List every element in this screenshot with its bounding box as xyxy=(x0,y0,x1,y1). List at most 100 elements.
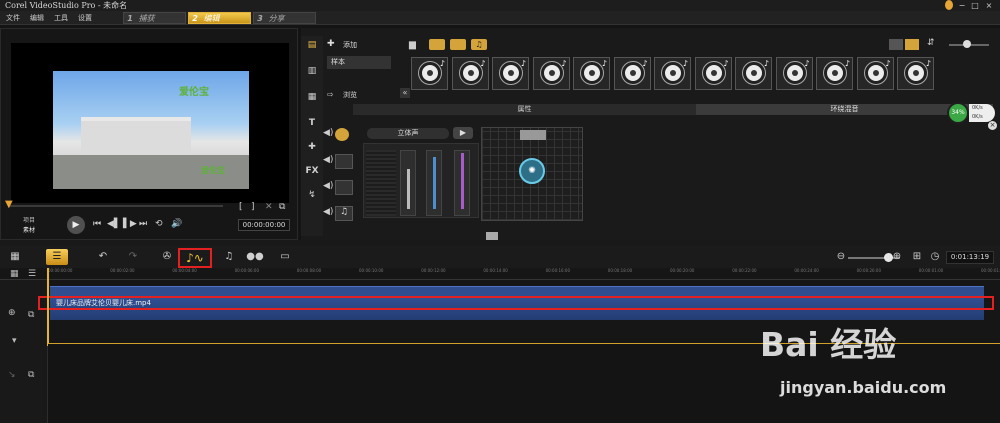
storyboard-view-icon[interactable]: ▦ xyxy=(4,249,26,265)
overlay-track-mixer-icon[interactable] xyxy=(335,154,353,169)
timeline-view-icon[interactable]: ☰ xyxy=(46,249,68,265)
play-button[interactable]: ▶ xyxy=(67,216,85,234)
thumb-view-icon[interactable] xyxy=(905,39,919,50)
split-icon[interactable]: ✕ xyxy=(265,202,273,212)
audio-thumbnail[interactable]: ♪ xyxy=(735,57,772,90)
ruler-tick-label: 00:00:22:00 xyxy=(732,268,757,273)
speaker-icon[interactable]: ◀) xyxy=(323,181,333,191)
audio-thumbnail[interactable]: ♪ xyxy=(613,57,651,90)
tab-mixer-properties[interactable]: 属性 xyxy=(353,104,696,115)
transition-icon[interactable]: ▥ xyxy=(305,66,319,78)
audio-thumbnail[interactable]: ♪ xyxy=(654,57,691,90)
zoom-in-icon[interactable]: ⊕ xyxy=(886,249,908,265)
music-note-icon: ♪ xyxy=(844,59,850,68)
record-capture-icon[interactable]: ✇ xyxy=(156,249,178,265)
music-note-icon: ♪ xyxy=(885,59,891,68)
audio-thumbnail[interactable]: ♪ xyxy=(897,57,934,90)
mark-in-button[interactable]: [ xyxy=(239,202,243,212)
graphics-icon[interactable]: ✚ xyxy=(305,142,319,154)
track-visibility-icon[interactable]: ⧉ xyxy=(28,310,34,320)
video-track-mixer-icon[interactable] xyxy=(335,128,349,141)
mode-clip[interactable]: 素材 xyxy=(23,225,35,234)
browse-icon[interactable]: ⇨ xyxy=(327,90,334,99)
scrub-marker-icon[interactable]: ▼ xyxy=(5,199,13,211)
audio-thumbnail[interactable]: ♪ xyxy=(775,57,813,90)
sort-icon[interactable]: ⇵ xyxy=(927,38,935,48)
menu-file[interactable]: 文件 xyxy=(6,13,20,23)
collapse-icon[interactable]: « xyxy=(400,88,410,98)
tab-capture[interactable]: 1 捕获 xyxy=(123,12,186,24)
stereo-mode-button[interactable]: 立体声 xyxy=(367,128,449,139)
auto-music-icon[interactable]: ♫ xyxy=(218,249,240,265)
audio-thumbnail[interactable]: ♪ xyxy=(856,57,894,90)
add-button[interactable]: 添加 xyxy=(343,40,357,50)
sample-folder[interactable]: 样本 xyxy=(327,56,391,69)
prev-frame-icon[interactable]: ◀▌ xyxy=(107,219,121,229)
channel-fader[interactable] xyxy=(454,150,470,216)
audio-thumbnail[interactable]: ♪ xyxy=(411,57,448,90)
add-icon[interactable]: ✚ xyxy=(327,39,335,49)
expand-track-icon[interactable]: ▾ xyxy=(12,336,17,346)
repeat-icon[interactable]: ⟲ xyxy=(155,219,163,229)
overlay-visibility-icon[interactable]: ⧉ xyxy=(28,370,34,380)
mixer-play-button[interactable]: ▶ xyxy=(453,127,473,139)
motion-track-icon[interactable]: ●● xyxy=(244,249,266,265)
instant-project-icon[interactable]: ▦ xyxy=(305,92,319,104)
audio-thumbnail[interactable]: ♪ xyxy=(532,57,570,90)
next-frame-icon[interactable]: ▌▶ xyxy=(123,219,137,229)
audio-thumbnail[interactable]: ♪ xyxy=(492,57,529,90)
mode-project[interactable]: 项目 xyxy=(23,215,35,224)
close-button[interactable]: × xyxy=(984,1,994,10)
thumb-size-knob[interactable] xyxy=(963,40,971,48)
list-view-icon[interactable] xyxy=(889,39,903,50)
speaker-icon[interactable]: ◀) xyxy=(323,207,333,217)
copy-icon[interactable]: ⧉ xyxy=(279,202,285,212)
surround-center-icon[interactable]: ✺ xyxy=(519,158,545,184)
project-duration: 0:01:13:19 xyxy=(946,251,994,264)
balance-fader[interactable] xyxy=(426,150,442,216)
filter-audio-icon[interactable]: ♫ xyxy=(471,39,487,50)
surround-pad[interactable]: ✺ xyxy=(481,127,583,240)
voice-track-mixer-icon[interactable] xyxy=(335,180,353,195)
chapter-icon[interactable]: ☰ xyxy=(28,269,36,279)
title-icon[interactable]: T xyxy=(305,118,319,130)
audio-thumbnail[interactable]: ♪ xyxy=(816,57,853,90)
filter-video-icon[interactable] xyxy=(429,39,445,50)
music-track-mixer-icon[interactable]: ♫ xyxy=(335,206,353,221)
tab-share[interactable]: 3 分享 xyxy=(253,12,316,24)
path-icon[interactable]: ↯ xyxy=(305,190,319,202)
track-manager-icon[interactable]: ▦ xyxy=(10,269,19,279)
maximize-button[interactable]: □ xyxy=(970,1,980,10)
go-start-icon[interactable]: ⏮ xyxy=(93,219,101,229)
browse-button[interactable]: 浏览 xyxy=(343,90,357,100)
menu-tools[interactable]: 工具 xyxy=(54,13,68,23)
timeline-ruler[interactable]: 00:00:00:00 00:00:02:00 00:00:04:00 00:00:0… xyxy=(0,268,1000,280)
mark-out-button[interactable]: ] xyxy=(251,202,255,212)
volume-fader[interactable] xyxy=(400,150,416,216)
redo-icon[interactable]: ↷ xyxy=(122,249,144,265)
subtitle-icon[interactable]: ▭ xyxy=(274,249,296,265)
close-progress-icon[interactable]: × xyxy=(988,121,997,130)
tab-edit[interactable]: 2 编辑 xyxy=(188,12,251,24)
scrub-bar[interactable] xyxy=(9,205,223,207)
playhead[interactable] xyxy=(47,268,49,346)
folder-icon[interactable]: ▆ xyxy=(409,40,416,50)
menu-edit[interactable]: 编辑 xyxy=(30,13,44,23)
audio-thumbnail[interactable]: ♪ xyxy=(694,57,732,90)
audio-thumbnail[interactable]: ♪ xyxy=(573,57,610,90)
speaker-icon[interactable]: ◀) xyxy=(323,128,333,138)
timecode-display[interactable]: 00:00:00:00 xyxy=(238,219,290,231)
tab-label: 分享 xyxy=(268,14,285,23)
filter-photo-icon[interactable] xyxy=(450,39,466,50)
volume-icon[interactable]: 🔊 xyxy=(171,219,182,229)
undo-icon[interactable]: ↶ xyxy=(92,249,114,265)
speaker-icon[interactable]: ◀) xyxy=(323,155,333,165)
minimize-button[interactable]: − xyxy=(957,1,967,10)
menu-settings[interactable]: 设置 xyxy=(78,13,92,23)
audio-split-button[interactable]: ♪∿ xyxy=(178,248,212,268)
fx-icon[interactable]: FX xyxy=(305,166,319,178)
audio-thumbnail[interactable]: ♪ xyxy=(451,57,489,90)
go-end-icon[interactable]: ⏭ xyxy=(139,219,147,229)
progress-rates: 0K/s 0K/s xyxy=(969,104,995,122)
media-icon[interactable]: ▤ xyxy=(305,40,319,52)
